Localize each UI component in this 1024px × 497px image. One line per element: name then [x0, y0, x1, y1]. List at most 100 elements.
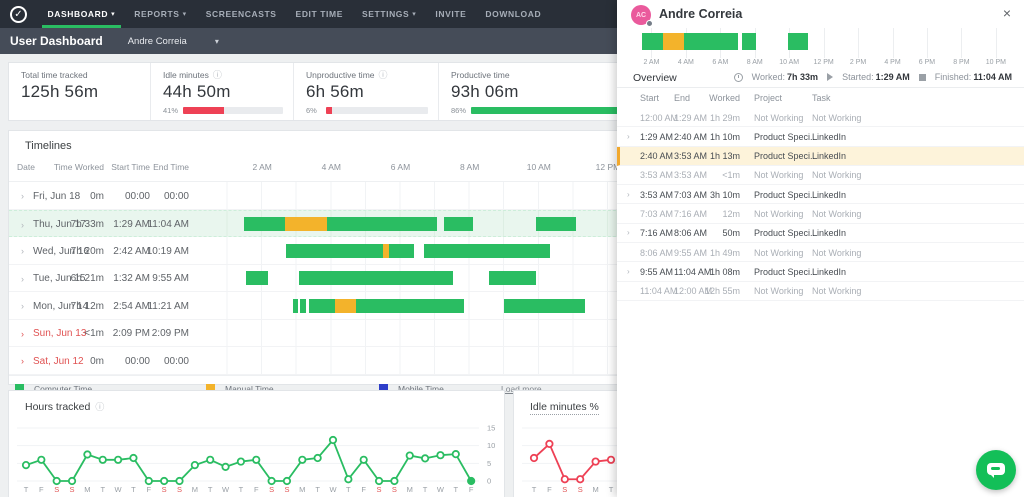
axis-label-10-pm: 10 PM — [985, 59, 1006, 66]
data-point[interactable] — [21, 461, 31, 470]
row-time-worked: 6h 21m — [70, 273, 104, 284]
axis-label-4-pm: 4 PM — [884, 59, 901, 66]
data-point[interactable] — [252, 455, 261, 464]
computer-time-segment[interactable] — [356, 298, 465, 313]
data-point[interactable] — [83, 450, 92, 459]
data-point[interactable] — [451, 450, 460, 459]
expand-chevron-icon[interactable]: › — [21, 220, 24, 230]
computer-time-segment[interactable] — [642, 33, 663, 50]
data-point[interactable] — [190, 461, 199, 470]
axis-label-8-am: 8 AM — [459, 162, 480, 172]
data-point[interactable] — [98, 455, 107, 464]
nav-item-settings[interactable]: SETTINGS ▾ — [352, 0, 425, 28]
manual-time-segment[interactable] — [285, 217, 328, 232]
expand-chevron-icon[interactable]: › — [21, 246, 24, 256]
cell-worked: 1h 13m — [709, 151, 740, 162]
computer-time-segment[interactable] — [423, 243, 550, 258]
data-point[interactable] — [67, 476, 77, 486]
data-point[interactable] — [175, 476, 184, 486]
data-point[interactable] — [37, 455, 46, 464]
svg-text:T: T — [609, 485, 614, 494]
nav-item-edit-time[interactable]: EDIT TIME — [286, 0, 352, 28]
manual-time-segment[interactable] — [662, 33, 684, 50]
data-point[interactable] — [282, 476, 292, 486]
computer-time-segment[interactable] — [444, 217, 474, 232]
nav-item-download[interactable]: DOWNLOAD — [476, 0, 551, 28]
data-point[interactable] — [298, 455, 307, 464]
computer-time-segment[interactable] — [308, 298, 335, 313]
app-logo-icon[interactable]: ✓ — [10, 5, 27, 23]
svg-text:0: 0 — [487, 477, 491, 486]
computer-time-segment[interactable] — [787, 33, 808, 50]
data-point[interactable] — [529, 453, 539, 463]
computer-time-segment[interactable] — [245, 271, 269, 286]
computer-time-segment[interactable] — [488, 271, 537, 286]
computer-time-segment[interactable] — [299, 271, 454, 286]
expand-chevron-icon[interactable]: › — [21, 301, 24, 311]
expand-chevron-icon[interactable]: › — [627, 267, 630, 276]
data-point[interactable] — [467, 476, 476, 486]
data-point[interactable] — [436, 451, 445, 460]
data-point[interactable] — [405, 451, 414, 460]
computer-time-segment[interactable] — [299, 298, 307, 313]
user-select[interactable]: Andre Correia ▾ — [128, 36, 219, 47]
nav-item-reports[interactable]: REPORTS ▾ — [125, 0, 196, 28]
data-point[interactable] — [236, 457, 245, 466]
row-date: Sun, Jun 13 — [33, 328, 87, 339]
data-point[interactable] — [420, 454, 430, 463]
info-icon[interactable]: ⓘ — [379, 70, 388, 80]
svg-text:W: W — [115, 485, 123, 494]
chevron-down-icon: ▾ — [214, 36, 219, 46]
data-point[interactable] — [267, 476, 276, 486]
expand-chevron-icon[interactable]: › — [627, 228, 630, 237]
expand-chevron-icon[interactable]: › — [21, 274, 24, 284]
expand-chevron-icon[interactable]: › — [21, 329, 24, 339]
panel-row-2-40-am[interactable]: 2:40 AM 3:53 AM 1h 13m Product Speci... Link… — [617, 146, 1024, 166]
data-point[interactable] — [221, 462, 230, 471]
data-point[interactable] — [606, 455, 616, 464]
data-point[interactable] — [359, 455, 368, 464]
nav-item-invite[interactable]: INVITE — [426, 0, 476, 28]
timeline-tick — [961, 28, 963, 58]
data-point[interactable] — [560, 475, 569, 484]
computer-time-segment[interactable] — [504, 298, 586, 313]
data-point[interactable] — [52, 476, 61, 486]
panel-row-9-55-am: › 9:55 AM 11:04 AM 1h 08m Product Speci... Li… — [617, 262, 1024, 282]
computer-time-segment[interactable] — [536, 217, 576, 232]
data-point[interactable] — [328, 435, 338, 445]
expand-chevron-icon[interactable]: › — [21, 191, 24, 201]
nav-item-dashboard[interactable]: DASHBOARD ▾ — [38, 0, 125, 28]
cell-task: LinkedIn — [812, 228, 847, 239]
expand-chevron-icon[interactable]: › — [627, 190, 630, 199]
computer-time-segment[interactable] — [683, 33, 739, 50]
computer-time-segment[interactable] — [293, 298, 298, 313]
data-point[interactable] — [160, 476, 169, 486]
data-point[interactable] — [545, 439, 554, 449]
computer-time-segment[interactable] — [327, 217, 437, 232]
manual-time-segment[interactable] — [334, 298, 357, 313]
chat-launcher-button[interactable] — [976, 450, 1016, 490]
data-point[interactable] — [114, 455, 123, 464]
data-point[interactable] — [129, 453, 138, 463]
data-point[interactable] — [206, 455, 215, 464]
data-point[interactable] — [576, 475, 585, 484]
row-end-time: 00:00 — [163, 190, 189, 202]
computer-time-segment[interactable] — [286, 243, 384, 258]
data-point[interactable] — [313, 453, 322, 463]
data-point[interactable] — [344, 475, 353, 484]
expand-chevron-icon[interactable]: › — [21, 356, 24, 366]
data-point[interactable] — [374, 476, 384, 486]
axis-label-4-am: 4 AM — [321, 162, 341, 172]
cell-worked: <1m — [722, 170, 740, 181]
close-icon[interactable]: × — [1003, 5, 1011, 21]
computer-time-segment[interactable] — [244, 217, 286, 232]
data-point[interactable] — [390, 476, 399, 486]
data-point[interactable] — [591, 457, 600, 466]
computer-time-segment[interactable] — [389, 243, 415, 258]
expand-chevron-icon[interactable]: › — [627, 132, 630, 141]
cell-project: Product Speci... — [754, 189, 818, 200]
computer-time-segment[interactable] — [742, 33, 757, 50]
data-point[interactable] — [144, 476, 153, 486]
info-icon[interactable]: ⓘ — [213, 70, 222, 80]
nav-item-screencasts[interactable]: SCREENCASTS — [196, 0, 286, 28]
